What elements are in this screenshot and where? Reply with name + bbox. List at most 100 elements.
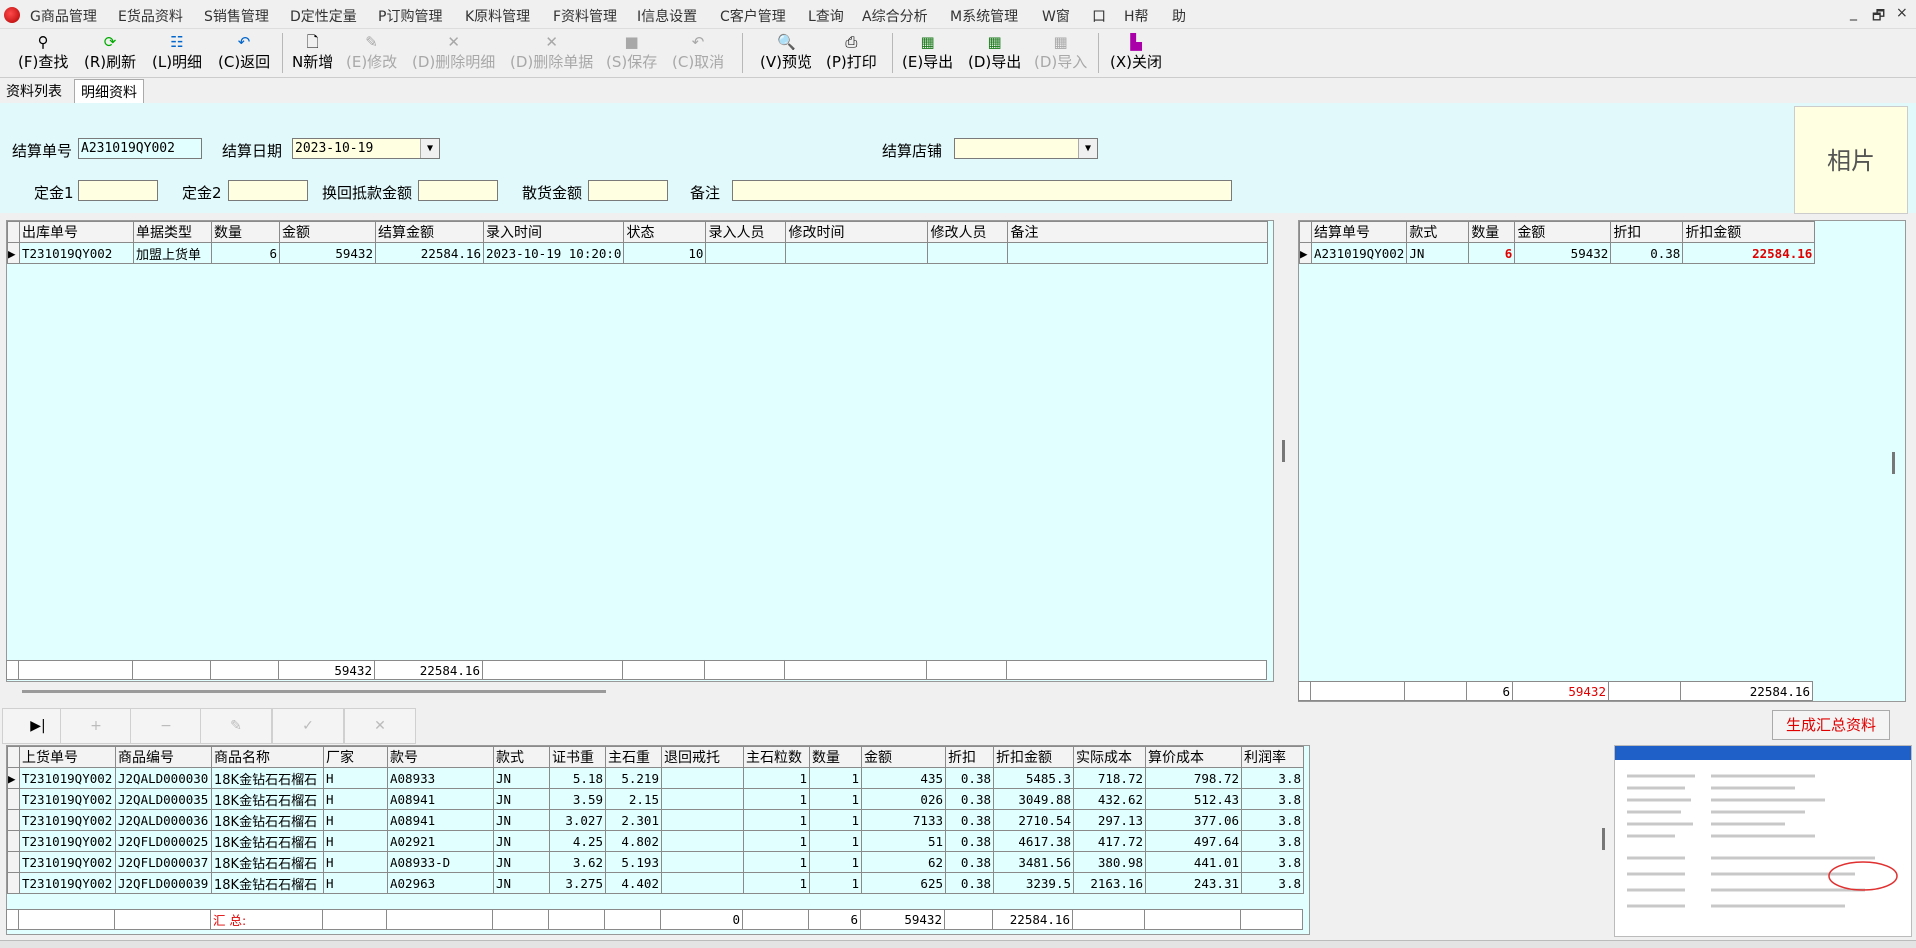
col-header[interactable]: 金额: [1514, 221, 1612, 243]
delete-detail-button[interactable]: ✕ (D)删除明细: [412, 31, 495, 75]
table-cell[interactable]: 0.38: [945, 788, 994, 810]
table-cell[interactable]: A08933-D: [387, 851, 494, 873]
col-header[interactable]: 款式: [493, 746, 550, 768]
menu-customer[interactable]: C客户管理: [720, 6, 786, 26]
menu-qualitative[interactable]: D定性定量: [290, 6, 357, 26]
table-cell[interactable]: 18K金钻石石榴石: [211, 851, 324, 873]
new-button[interactable]: 🗋 N新增: [292, 31, 333, 75]
table-cell[interactable]: T231019QY002: [19, 242, 134, 264]
chevron-down-icon[interactable]: ▼: [420, 139, 439, 158]
col-header[interactable]: 录入时间: [482, 221, 625, 243]
table-cell[interactable]: 6: [1468, 242, 1516, 264]
cancel-button[interactable]: ↶ (C)取消: [672, 31, 724, 75]
table-cell[interactable]: 417.72: [1073, 830, 1146, 852]
col-header[interactable]: 修改人员: [927, 221, 1009, 243]
store-select[interactable]: ▼: [954, 138, 1098, 159]
table-cell[interactable]: 3239.5: [993, 872, 1074, 894]
table-cell[interactable]: A02963: [387, 872, 494, 894]
table-cell[interactable]: 1: [743, 788, 810, 810]
table-row[interactable]: ▶ T231019QY002 J2QALD000030 18K金钻石石榴石 H A0893…: [7, 767, 1304, 789]
table-cell[interactable]: 1: [809, 767, 862, 789]
table-cell[interactable]: JN: [493, 809, 550, 831]
table-cell[interactable]: [661, 767, 744, 789]
table-cell[interactable]: 441.01: [1145, 851, 1242, 873]
outbound-grid[interactable]: 出库单号 单据类型 数量 金额 结算金额 录入时间 状态 录入人员 修改时间 修…: [6, 220, 1274, 682]
col-header[interactable]: 状态: [623, 221, 707, 243]
tab-list[interactable]: 资料列表: [0, 79, 68, 105]
table-cell[interactable]: 6: [211, 242, 280, 264]
chevron-down-icon[interactable]: ▼: [1078, 139, 1097, 158]
menu-sales[interactable]: S销售管理: [204, 6, 269, 26]
settle-date-picker[interactable]: 2023-10-19 ▼: [292, 138, 440, 159]
table-cell[interactable]: 5485.3: [993, 767, 1074, 789]
edit-record-button[interactable]: ✎: [200, 708, 272, 744]
table-cell[interactable]: 0.38: [945, 851, 994, 873]
table-cell[interactable]: 2163.16: [1073, 872, 1146, 894]
table-cell[interactable]: 625: [861, 872, 946, 894]
table-cell[interactable]: 377.06: [1145, 809, 1242, 831]
table-cell[interactable]: T231019QY002: [19, 830, 116, 852]
menu-data-mgmt[interactable]: F资料管理: [553, 6, 617, 26]
table-row[interactable]: T231019QY002 J2QFLD000039 18K金钻石石榴石 H A02963…: [7, 872, 1304, 894]
table-cell[interactable]: [661, 872, 744, 894]
table-cell[interactable]: 297.13: [1073, 809, 1146, 831]
restore-button[interactable]: 🗗: [1872, 5, 1885, 29]
table-cell[interactable]: 62: [861, 851, 946, 873]
table-cell[interactable]: 3.8: [1241, 830, 1304, 852]
table-cell[interactable]: 3.8: [1241, 809, 1304, 831]
table-cell[interactable]: 18K金钻石石榴石: [211, 830, 324, 852]
table-cell[interactable]: 3.62: [549, 851, 606, 873]
col-header[interactable]: 折扣金额: [993, 746, 1074, 768]
splitter-handle-bottom[interactable]: [1602, 828, 1605, 850]
table-cell[interactable]: 798.72: [1145, 767, 1242, 789]
table-row[interactable]: ▶ A231019QY002 JN 6 59432 0.38 22584.16: [1299, 242, 1816, 264]
col-header[interactable]: 款式: [1406, 221, 1470, 243]
settlement-grid[interactable]: 结算单号 款式 数量 金额 折扣 折扣金额 ▶ A231019QY002 JN …: [1298, 220, 1906, 702]
menu-window-2[interactable]: 口: [1092, 6, 1106, 26]
table-cell[interactable]: 4.25: [549, 830, 606, 852]
table-cell[interactable]: JN: [493, 788, 550, 810]
table-cell[interactable]: 1: [809, 809, 862, 831]
table-cell[interactable]: H: [323, 830, 388, 852]
table-cell[interactable]: 1: [809, 851, 862, 873]
table-cell[interactable]: T231019QY002: [19, 809, 116, 831]
table-cell[interactable]: A02921: [387, 830, 494, 852]
table-cell[interactable]: 59432: [279, 242, 376, 264]
col-header[interactable]: 录入人员: [705, 221, 787, 243]
table-cell[interactable]: 22584.16: [375, 242, 484, 264]
tab-detail[interactable]: 明细资料: [74, 79, 144, 106]
table-cell[interactable]: [1007, 242, 1269, 264]
minimize-button[interactable]: _: [1850, 5, 1857, 21]
table-cell[interactable]: 10: [623, 242, 707, 264]
horizontal-scrollbar[interactable]: [22, 690, 606, 693]
table-cell[interactable]: 497.64: [1145, 830, 1242, 852]
export-button-2[interactable]: ▦ (D)导出: [968, 31, 1021, 75]
table-cell[interactable]: [927, 242, 1009, 264]
back-button[interactable]: ↶ (C)返回: [218, 31, 270, 75]
col-header[interactable]: 上货单号: [19, 746, 116, 768]
table-cell[interactable]: 18K金钻石石榴石: [211, 767, 324, 789]
table-cell[interactable]: 1: [743, 809, 810, 831]
table-cell[interactable]: 2.301: [605, 809, 662, 831]
col-header[interactable]: 证书重: [549, 746, 606, 768]
close-window-button[interactable]: ×: [1896, 5, 1908, 21]
table-cell[interactable]: J2QFLD000039: [115, 872, 212, 894]
table-cell[interactable]: 59432: [1514, 242, 1612, 264]
table-cell[interactable]: 0.38: [945, 830, 994, 852]
menu-system[interactable]: M系统管理: [950, 6, 1018, 26]
table-cell[interactable]: A08941: [387, 788, 494, 810]
col-header[interactable]: 主石重: [605, 746, 662, 768]
table-cell[interactable]: H: [323, 851, 388, 873]
table-cell[interactable]: A231019QY002: [1310, 242, 1408, 264]
table-cell[interactable]: [661, 830, 744, 852]
col-header[interactable]: 结算金额: [375, 221, 484, 243]
add-record-button[interactable]: +: [60, 708, 132, 744]
table-cell[interactable]: 380.98: [1073, 851, 1146, 873]
table-cell[interactable]: 4.802: [605, 830, 662, 852]
table-cell[interactable]: 026: [861, 788, 946, 810]
table-cell[interactable]: 0.38: [945, 809, 994, 831]
table-row[interactable]: T231019QY002 J2QFLD000037 18K金钻石石榴石 H A08933…: [7, 851, 1304, 873]
table-cell[interactable]: [661, 851, 744, 873]
table-cell[interactable]: 512.43: [1145, 788, 1242, 810]
menu-product-data[interactable]: E货品资料: [118, 6, 183, 26]
